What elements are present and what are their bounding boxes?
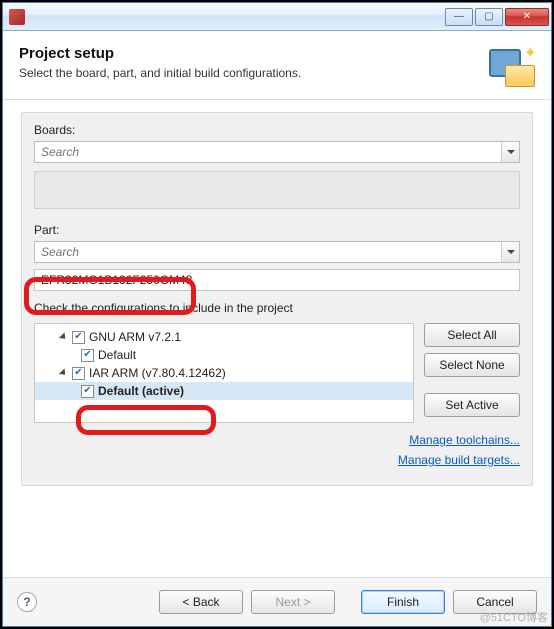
manage-build-targets-link[interactable]: Manage build targets... (34, 453, 520, 467)
finish-button[interactable]: Finish (361, 590, 445, 614)
page-title: Project setup (19, 45, 479, 62)
checkbox[interactable]: ✔ (81, 385, 94, 398)
tree-node-gnu[interactable]: ✔ GNU ARM v7.2.1 (35, 328, 413, 346)
part-dropdown-button[interactable] (501, 242, 519, 262)
checkbox[interactable]: ✔ (81, 349, 94, 362)
wizard-header: Project setup Select the board, part, an… (3, 31, 551, 100)
checkbox[interactable]: ✔ (72, 331, 85, 344)
boards-result-box (34, 171, 520, 209)
chevron-down-icon (507, 250, 515, 254)
select-all-button[interactable]: Select All (424, 323, 520, 347)
tree-label: Default (98, 347, 136, 363)
next-button: Next > (251, 590, 335, 614)
configs-tree[interactable]: ✔ GNU ARM v7.2.1 ✔ Default ✔ IAR ARM (v7… (34, 323, 414, 423)
app-icon (9, 9, 25, 25)
wizard-footer: ? < Back Next > Finish Cancel (3, 577, 551, 626)
select-none-button[interactable]: Select None (424, 353, 520, 377)
help-icon[interactable]: ? (17, 592, 37, 612)
set-active-button[interactable]: Set Active (424, 393, 520, 417)
expander-icon[interactable] (59, 368, 68, 377)
checkbox[interactable]: ✔ (72, 367, 85, 380)
chevron-down-icon (507, 150, 515, 154)
back-button[interactable]: < Back (159, 590, 243, 614)
tree-label: GNU ARM v7.2.1 (89, 329, 181, 345)
maximize-button[interactable]: ▢ (475, 8, 503, 26)
expander-icon[interactable] (59, 332, 68, 341)
part-search[interactable] (34, 241, 520, 263)
part-search-input[interactable] (35, 242, 501, 262)
cancel-button[interactable]: Cancel (453, 590, 537, 614)
part-selected-field[interactable]: EFR32MG1B132F256GM48 (34, 269, 520, 291)
manage-toolchains-link[interactable]: Manage toolchains... (34, 433, 520, 447)
titlebar: — ▢ ✕ (3, 3, 551, 31)
boards-part-panel: Boards: Part: EFR32MG1B132F256GM48 Check… (21, 112, 533, 486)
wizard-window: — ▢ ✕ Project setup Select the board, pa… (2, 2, 552, 627)
part-label: Part: (34, 223, 520, 237)
boards-search[interactable] (34, 141, 520, 163)
boards-search-input[interactable] (35, 142, 501, 162)
tree-label: Default (active) (98, 383, 184, 399)
boards-label: Boards: (34, 123, 520, 137)
tree-node-iar-default-active[interactable]: ✔ Default (active) (35, 382, 413, 400)
boards-dropdown-button[interactable] (501, 142, 519, 162)
wizard-icon: ✦ (487, 45, 535, 87)
tree-node-gnu-default[interactable]: ✔ Default (35, 346, 413, 364)
tree-label: IAR ARM (v7.80.4.12462) (89, 365, 226, 381)
tree-node-iar[interactable]: ✔ IAR ARM (v7.80.4.12462) (35, 364, 413, 382)
configs-note: Check the configurations to include in t… (34, 301, 520, 315)
minimize-button[interactable]: — (445, 8, 473, 26)
page-subtitle: Select the board, part, and initial buil… (19, 66, 479, 80)
close-button[interactable]: ✕ (505, 8, 549, 26)
